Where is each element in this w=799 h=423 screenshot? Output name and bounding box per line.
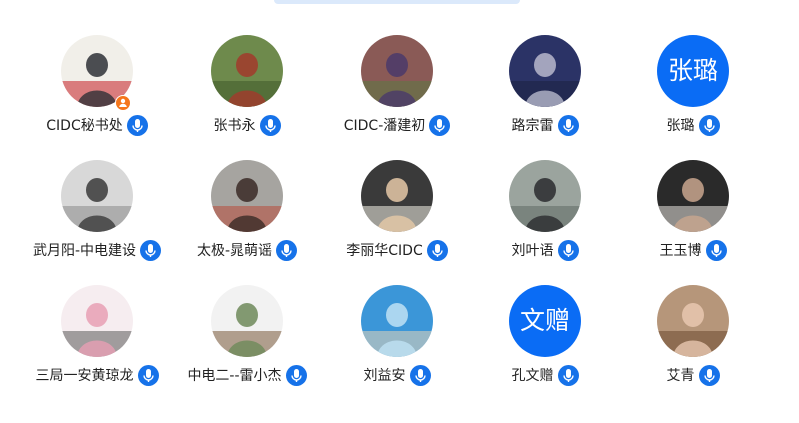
microphone-icon[interactable] <box>276 239 298 261</box>
participant-name: 李丽华CIDC <box>346 243 423 259</box>
name-row: 张书永 <box>173 114 321 136</box>
microphone-icon[interactable] <box>698 364 720 386</box>
participant-tile[interactable]: 武月阳-中电建设 <box>23 160 171 272</box>
microphone-icon[interactable] <box>285 364 307 386</box>
participant-tile[interactable]: 张书永 <box>173 35 321 147</box>
participant-name: 刘益安 <box>363 368 406 384</box>
participant-name: 三局一安黄琼龙 <box>35 368 134 384</box>
avatar[interactable] <box>211 35 283 107</box>
name-row: 孔文赠 <box>471 364 619 386</box>
microphone-icon[interactable] <box>698 114 720 136</box>
microphone-icon[interactable] <box>259 114 281 136</box>
avatar[interactable]: 张璐 <box>657 35 729 107</box>
microphone-icon[interactable] <box>426 239 448 261</box>
participant-tile[interactable]: 太极-晁萌谣 <box>173 160 321 272</box>
avatar[interactable] <box>509 35 581 107</box>
participant-name: 太极-晁萌谣 <box>196 243 273 259</box>
participant-tile[interactable]: 刘叶语 <box>471 160 619 272</box>
participant-name: 张璐 <box>666 118 695 134</box>
participant-tile[interactable]: CIDC-潘建初 <box>323 35 471 147</box>
participant-name: 孔文赠 <box>511 368 554 384</box>
participant-tile[interactable]: 文赠 孔文赠 <box>471 285 619 397</box>
avatar[interactable] <box>361 285 433 357</box>
participant-name: CIDC秘书处 <box>46 118 123 134</box>
microphone-icon[interactable] <box>409 364 431 386</box>
participant-tile[interactable]: 路宗雷 <box>471 35 619 147</box>
name-row: 李丽华CIDC <box>323 239 471 261</box>
name-row: CIDC-潘建初 <box>323 114 471 136</box>
avatar[interactable] <box>509 160 581 232</box>
avatar[interactable] <box>211 285 283 357</box>
name-row: 三局一安黄琼龙 <box>23 364 171 386</box>
microphone-icon[interactable] <box>140 239 162 261</box>
avatar[interactable]: 文赠 <box>509 285 581 357</box>
name-row: 张璐 <box>619 114 767 136</box>
microphone-icon[interactable] <box>705 239 727 261</box>
avatar[interactable] <box>657 285 729 357</box>
name-row: CIDC秘书处 <box>23 114 171 136</box>
name-row: 刘叶语 <box>471 239 619 261</box>
participant-name: 中电二--雷小杰 <box>187 368 282 384</box>
participant-grid: CIDC秘书处 张书永 CIDC-潘建初 路宗雷 张璐 张璐 武月阳-中电建设 太极-晁萌谣李… <box>0 0 799 423</box>
microphone-icon[interactable] <box>429 114 451 136</box>
participant-name: CIDC-潘建初 <box>343 118 426 134</box>
avatar[interactable] <box>211 160 283 232</box>
name-row: 刘益安 <box>323 364 471 386</box>
participant-name: 艾青 <box>666 368 695 384</box>
microphone-icon[interactable] <box>126 114 148 136</box>
avatar[interactable] <box>61 160 133 232</box>
participant-tile[interactable]: 张璐 张璐 <box>619 35 767 147</box>
microphone-icon[interactable] <box>557 114 579 136</box>
microphone-icon[interactable] <box>557 239 579 261</box>
participant-name: 王玉博 <box>659 243 702 259</box>
participant-tile[interactable]: 三局一安黄琼龙 <box>23 285 171 397</box>
microphone-icon[interactable] <box>137 364 159 386</box>
participant-tile[interactable]: 李丽华CIDC <box>323 160 471 272</box>
participant-name: 武月阳-中电建设 <box>32 243 137 259</box>
participant-name: 路宗雷 <box>511 118 554 134</box>
participant-tile[interactable]: 艾青 <box>619 285 767 397</box>
name-row: 艾青 <box>619 364 767 386</box>
participant-name: 刘叶语 <box>511 243 554 259</box>
avatar[interactable] <box>361 35 433 107</box>
name-row: 王玉博 <box>619 239 767 261</box>
name-row: 中电二--雷小杰 <box>173 364 321 386</box>
participant-tile[interactable]: 刘益安 <box>323 285 471 397</box>
participant-tile[interactable]: CIDC秘书处 <box>23 35 171 147</box>
participant-tile[interactable]: 王玉博 <box>619 160 767 272</box>
microphone-icon[interactable] <box>557 364 579 386</box>
name-row: 路宗雷 <box>471 114 619 136</box>
participant-tile[interactable]: 中电二--雷小杰 <box>173 285 321 397</box>
avatar[interactable] <box>361 160 433 232</box>
host-person-icon <box>115 95 131 111</box>
name-row: 太极-晁萌谣 <box>173 239 321 261</box>
avatar[interactable] <box>61 285 133 357</box>
avatar[interactable] <box>657 160 729 232</box>
name-row: 武月阳-中电建设 <box>23 239 171 261</box>
participant-name: 张书永 <box>213 118 256 134</box>
